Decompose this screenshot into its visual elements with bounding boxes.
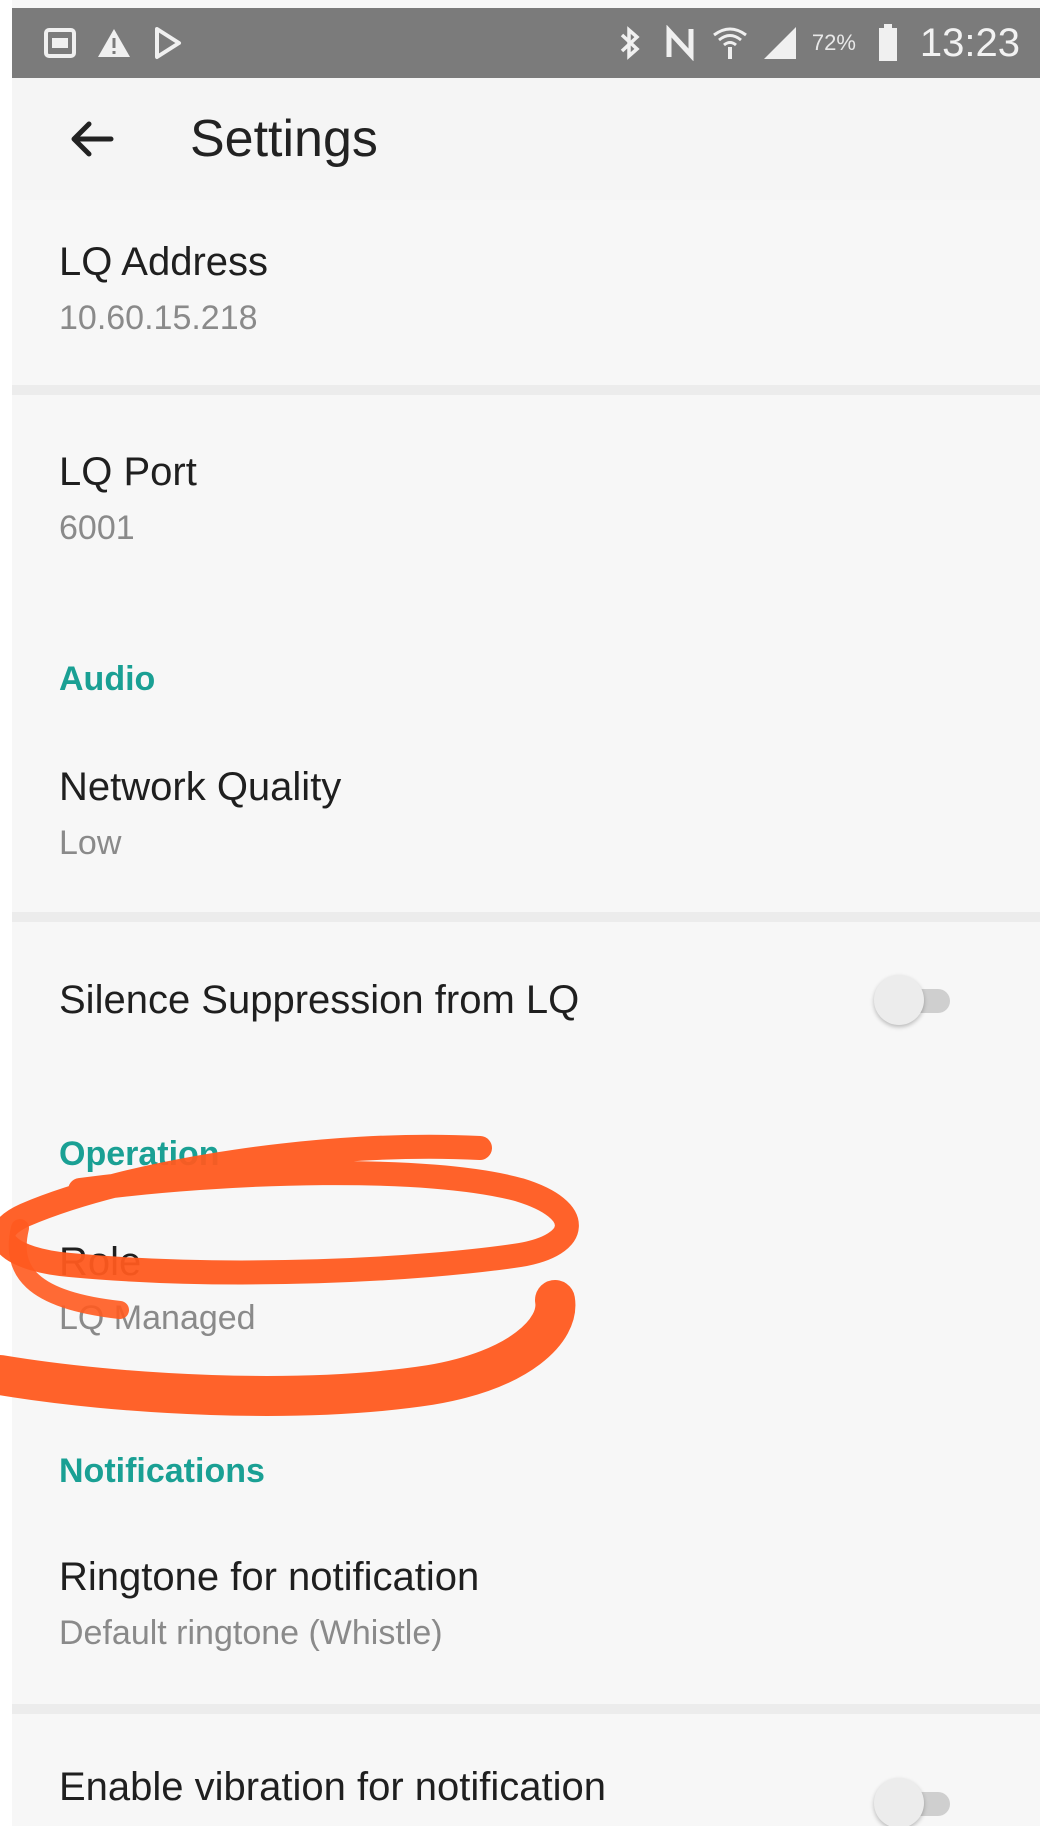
pref-summary: LQ Managed [59,1299,256,1337]
section-header-audio: Audio [59,660,156,698]
signal-icon [762,25,798,61]
phone-screen: 72% 13:23 Settings LQ Address 10.60.15.2… [12,0,1040,1826]
wifi-icon [712,25,748,61]
section-header-notifications: Notifications [59,1452,265,1490]
nfc-icon [662,25,698,61]
status-bar: 72% 13:23 [12,8,1040,78]
pref-summary: 10.60.15.218 [59,299,258,337]
pref-role[interactable]: Role LQ Managed [12,1240,1040,1338]
pref-title: LQ Port [59,450,197,494]
clock: 13:23 [919,20,1020,65]
page-title: Settings [190,110,378,168]
play-store-icon [150,25,186,61]
pref-title: LQ Address [59,240,269,284]
silence-suppression-toggle[interactable] [874,975,958,1025]
pref-lq-address[interactable]: LQ Address 10.60.15.218 [12,240,1040,338]
toggle-thumb [874,975,924,1025]
pref-summary: Default ringtone (Whistle) [59,1614,443,1652]
battery-icon [870,24,906,61]
back-arrow-icon[interactable] [62,109,122,169]
pref-summary: 6001 [59,509,135,547]
pref-title: Role [59,1240,142,1284]
pref-ringtone[interactable]: Ringtone for notification Default ringto… [12,1555,1040,1653]
vibration-toggle[interactable] [874,1778,958,1826]
battery-percent: 72% [811,30,856,55]
toggle-thumb [874,1778,924,1826]
section-header-operation: Operation [59,1135,220,1173]
app-bar: Settings [12,78,1040,200]
pref-title: Ringtone for notification [59,1555,480,1599]
pref-network-quality[interactable]: Network Quality Low [12,765,1040,863]
divider [12,1704,1040,1714]
divider [12,912,1040,922]
bluetooth-icon [612,25,648,61]
gallery-notification-icon [42,25,78,61]
pref-summary: Low [59,824,122,862]
pref-title: Network Quality [59,765,342,809]
pref-lq-port[interactable]: LQ Port 6001 [12,450,1040,548]
divider [12,385,1040,395]
warning-icon [96,25,132,61]
